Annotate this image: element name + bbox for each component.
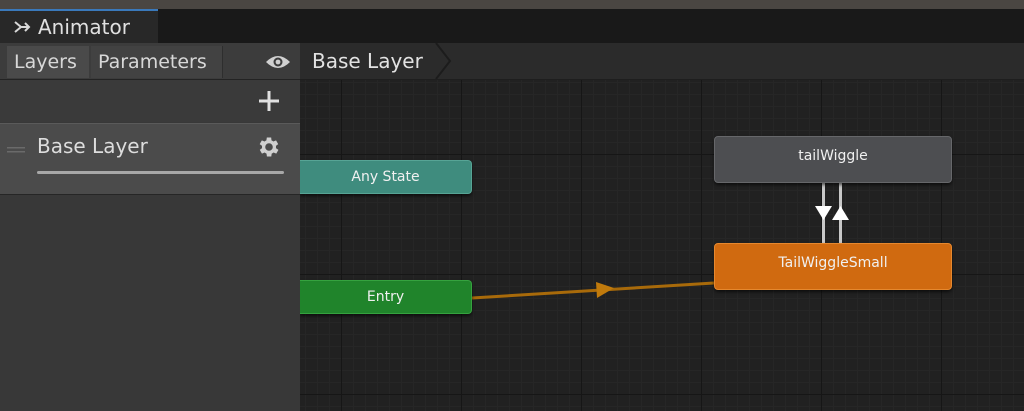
- tab-animator[interactable]: Animator: [0, 9, 158, 43]
- eye-icon[interactable]: [263, 51, 293, 73]
- breadcrumb: Base Layer: [300, 43, 1024, 80]
- layers-panel: Layers Parameters Base Layer: [0, 43, 300, 411]
- state-tailwiggle[interactable]: tailWiggle: [714, 136, 952, 183]
- plus-icon[interactable]: [254, 86, 284, 116]
- transition-entry-to-tailwigglesmall[interactable]: [471, 281, 715, 300]
- layer-weight-bar: [37, 171, 284, 174]
- layer-name: Base Layer: [37, 134, 148, 158]
- breadcrumb-item-base-layer[interactable]: Base Layer: [300, 43, 440, 79]
- arrow-down-icon: [815, 206, 832, 220]
- state-entry[interactable]: Entry: [300, 280, 472, 314]
- tab-parameters[interactable]: Parameters: [91, 46, 222, 78]
- layer-item-base-layer[interactable]: Base Layer: [0, 123, 300, 195]
- state-tailwigglesmall[interactable]: TailWiggleSmall: [714, 243, 952, 290]
- window-title-strip: [0, 0, 1024, 9]
- tab-title: Animator: [38, 15, 130, 39]
- drag-handle-icon[interactable]: [7, 140, 27, 153]
- tab-layers[interactable]: Layers: [7, 46, 89, 78]
- panel-tabs: Layers Parameters: [0, 43, 300, 80]
- tab-divider: [222, 46, 223, 78]
- animator-icon: [12, 17, 32, 37]
- state-machine-graph[interactable]: Any State Entry tailWiggle TailWiggleSma…: [300, 80, 1024, 411]
- gear-icon[interactable]: [256, 134, 282, 160]
- layers-toolbar: [0, 80, 300, 122]
- state-any-state[interactable]: Any State: [300, 160, 472, 194]
- arrow-up-icon: [832, 206, 849, 220]
- editor-tab-bar: Animator: [0, 9, 1024, 43]
- breadcrumb-chevron-icon: [435, 43, 452, 79]
